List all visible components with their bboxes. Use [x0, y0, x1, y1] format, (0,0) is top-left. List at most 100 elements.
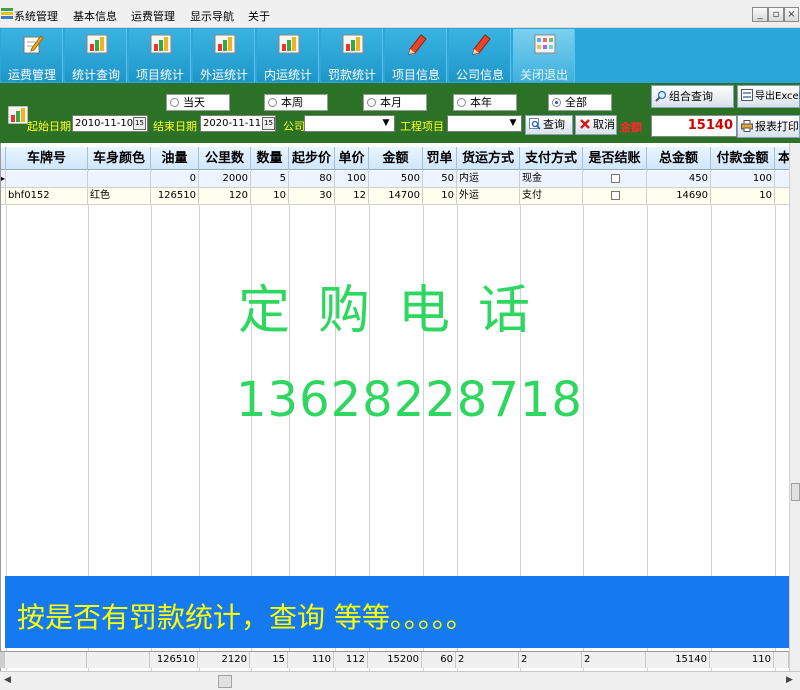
header-unit-price[interactable]: 单价: [335, 147, 369, 170]
project-info-button[interactable]: 项目信息: [385, 29, 447, 82]
total-amount-cell: 15200: [368, 652, 422, 668]
header-fine[interactable]: 罚单: [423, 147, 457, 170]
header-qty[interactable]: 数量: [251, 147, 289, 170]
close-exit-button[interactable]: 关闭退出: [513, 29, 575, 82]
cell-total: 14690: [647, 188, 711, 204]
header-color[interactable]: 车身颜色: [88, 147, 151, 170]
radio-this-year[interactable]: 本年: [453, 94, 517, 111]
radio-label: 本周: [281, 96, 303, 109]
tool-label: 项目统计: [135, 68, 184, 82]
menu-freight[interactable]: 运费管理: [131, 8, 175, 24]
cell-more: [775, 188, 789, 204]
menu-basic-info[interactable]: 基本信息: [73, 8, 117, 24]
print-report-button[interactable]: 报表打印: [737, 115, 800, 138]
cell-start-price: 30: [289, 188, 335, 204]
menu-navigation[interactable]: 显示导航: [190, 8, 234, 24]
radio-this-month[interactable]: 本月: [363, 94, 427, 111]
cell-color: [88, 171, 151, 187]
search-icon: [529, 118, 541, 130]
fine-stats-button[interactable]: 罚款统计: [321, 29, 383, 82]
radio-selected-icon: [552, 98, 561, 107]
cell-payment-mode: 支付: [520, 188, 583, 204]
cell-plate: bhf0152: [6, 188, 88, 204]
end-date-label: 结束日期: [153, 120, 197, 133]
vertical-scroll-thumb[interactable]: [791, 483, 800, 501]
cell-fuel: 0: [151, 171, 199, 187]
header-start-price[interactable]: 起步价: [289, 147, 335, 170]
settled-checkbox[interactable]: [611, 174, 620, 183]
radio-icon: [268, 98, 277, 107]
stats-query-button[interactable]: 统计查询: [65, 29, 127, 82]
chevron-down-icon: ▼: [379, 117, 393, 130]
header-payment-mode[interactable]: 支付方式: [520, 147, 583, 170]
header-amount[interactable]: 金额: [369, 147, 423, 170]
start-date-label: 起始日期: [27, 120, 71, 133]
cancel-label: 取消: [593, 118, 615, 131]
toolbar: 运费管理 统计查询 项目统计 外运统计 内运统计 罚款统计 项目信息 公司信息 …: [0, 28, 800, 83]
scroll-left-icon[interactable]: ◀: [4, 675, 11, 685]
total-amount: 15140: [651, 115, 737, 137]
cell-paid: 10: [711, 188, 775, 204]
table-row[interactable]: bhf0152 红色 126510 120 10 30 12 14700 10 …: [1, 188, 789, 205]
company-select[interactable]: ▼: [304, 115, 395, 132]
tool-label: 内运统计: [263, 68, 312, 82]
scroll-right-icon[interactable]: ▶: [786, 675, 793, 685]
horizontal-scrollbar[interactable]: ◀ ▶: [0, 671, 800, 690]
radio-icon: [367, 98, 376, 107]
promo-banner: 按是否有罚款统计，查询 等等。。。。。: [5, 576, 789, 648]
inbound-stats-button[interactable]: 内运统计: [257, 29, 319, 82]
settled-checkbox[interactable]: [611, 191, 620, 200]
menu-system[interactable]: 系统管理: [14, 8, 58, 24]
cell-km: 120: [199, 188, 251, 204]
header-settled[interactable]: 是否结账: [583, 147, 647, 170]
total-payment-mode: 2: [519, 652, 582, 668]
radio-today[interactable]: 当天: [166, 94, 230, 111]
table-row[interactable]: ▸ 0 2000 5 80 100 500 50 内运 现金 450 100: [1, 171, 789, 188]
header-fuel[interactable]: 油量: [151, 147, 199, 170]
horizontal-scroll-thumb[interactable]: [218, 675, 232, 688]
bar-chart-icon: [342, 34, 364, 54]
radio-label: 当天: [183, 96, 205, 109]
cell-plate: [6, 171, 88, 187]
header-plate[interactable]: 车牌号: [6, 147, 88, 170]
query-button[interactable]: 查询: [525, 115, 573, 135]
cell-more: [775, 171, 789, 187]
calendar-icon[interactable]: 15: [262, 117, 275, 130]
menu-about[interactable]: 关于: [248, 8, 270, 24]
total-fine: 60: [422, 652, 456, 668]
outbound-stats-button[interactable]: 外运统计: [193, 29, 255, 82]
close-button[interactable]: ×: [784, 7, 799, 22]
minimize-button[interactable]: _: [752, 7, 768, 22]
cell-qty: 10: [251, 188, 289, 204]
radio-label: 本年: [470, 96, 492, 109]
radio-this-week[interactable]: 本周: [264, 94, 328, 111]
total-unit-price: 112: [334, 652, 368, 668]
amount-label: 金额: [620, 121, 642, 134]
radio-all[interactable]: 全部: [548, 94, 612, 111]
bar-chart-icon: [278, 34, 300, 54]
vertical-scrollbar[interactable]: [789, 143, 800, 671]
calendar-icon[interactable]: 15: [133, 117, 146, 130]
tool-label: 公司信息: [455, 68, 504, 82]
header-km[interactable]: 公里数: [199, 147, 251, 170]
header-paid[interactable]: 付款金额: [711, 147, 775, 170]
header-total[interactable]: 总金额: [647, 147, 711, 170]
cell-freight-mode: 内运: [457, 171, 520, 187]
total-freight-mode: 2: [456, 652, 519, 668]
tool-label: 统计查询: [71, 68, 120, 82]
freight-manage-button[interactable]: 运费管理: [1, 29, 63, 82]
menu-bar: 系统管理 基本信息 运费管理 显示导航 关于 _ ▫ ×: [0, 0, 800, 28]
export-excel-button[interactable]: 导出Excel: [737, 85, 800, 108]
cell-unit-price: 12: [335, 188, 369, 204]
project-stats-button[interactable]: 项目统计: [129, 29, 191, 82]
cancel-button[interactable]: 取消: [575, 115, 617, 135]
restore-button[interactable]: ▫: [768, 7, 784, 22]
header-freight-mode[interactable]: 货运方式: [457, 147, 520, 170]
project-select[interactable]: ▼: [447, 115, 522, 132]
company-info-button[interactable]: 公司信息: [449, 29, 511, 82]
pencil-notepad-icon: [23, 35, 44, 54]
combo-query-button[interactable]: 组合查询: [651, 85, 734, 108]
header-more[interactable]: 本: [775, 147, 789, 170]
bar-chart-icon: [150, 34, 172, 54]
totals-row: 126510 2120 15 110 112 15200 60 2 2 2 15…: [0, 651, 789, 668]
